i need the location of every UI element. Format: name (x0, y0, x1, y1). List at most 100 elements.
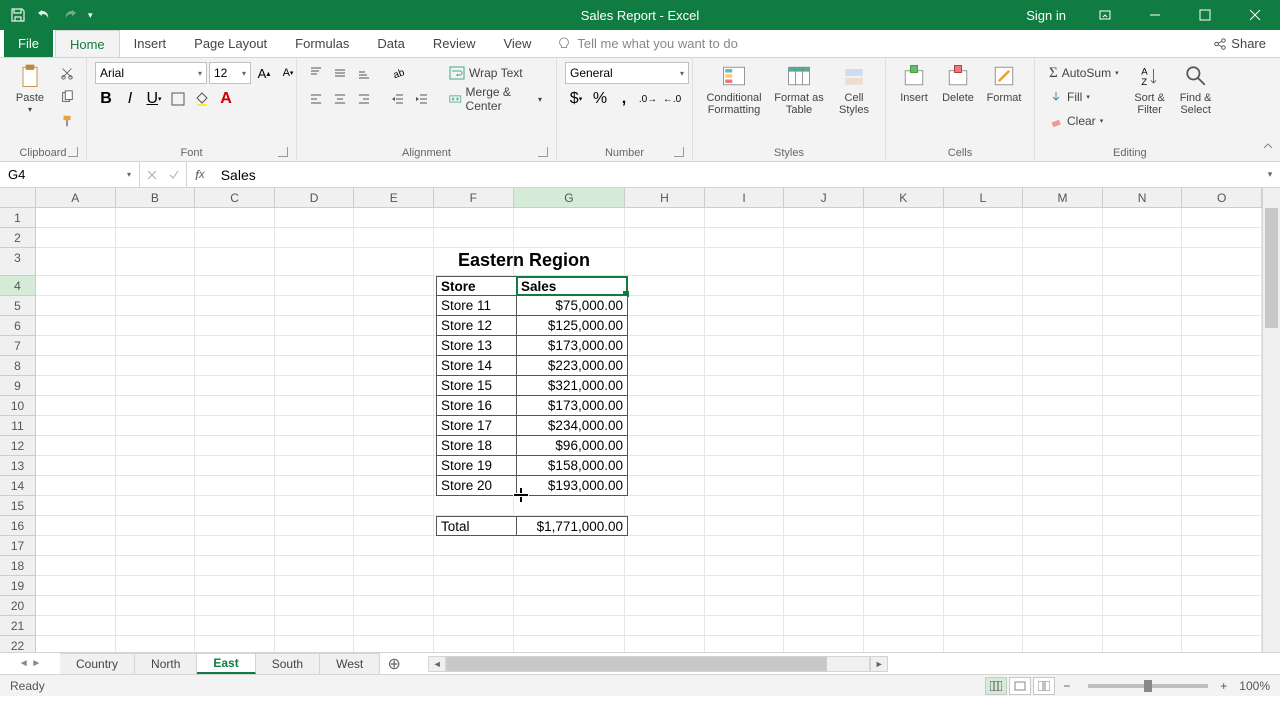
row-header-20[interactable]: 20 (0, 596, 35, 616)
align-middle-button[interactable] (329, 62, 351, 84)
store-cell[interactable]: Store 19 (436, 456, 516, 476)
column-header-D[interactable]: D (275, 188, 355, 207)
column-header-O[interactable]: O (1182, 188, 1262, 207)
zoom-level[interactable]: 100% (1239, 679, 1270, 693)
underline-button[interactable]: U▾ (143, 88, 165, 110)
row-header-10[interactable]: 10 (0, 396, 35, 416)
increase-decimal-button[interactable]: .0→ (637, 88, 659, 110)
store-cell[interactable]: Store 17 (436, 416, 516, 436)
align-top-button[interactable] (305, 62, 327, 84)
total-value[interactable]: $1,771,000.00 (516, 516, 628, 536)
row-header-14[interactable]: 14 (0, 476, 35, 496)
orientation-button[interactable]: ab (387, 62, 409, 84)
hscroll-thumb[interactable] (447, 657, 827, 671)
column-header-C[interactable]: C (195, 188, 275, 207)
column-header-H[interactable]: H (625, 188, 705, 207)
column-headers[interactable]: ABCDEFGHIJKLMNO (36, 188, 1262, 208)
cut-button[interactable] (56, 62, 78, 84)
row-headers[interactable]: 12345678910111213141516171819202122 (0, 208, 36, 652)
scrollbar-thumb[interactable] (1265, 208, 1278, 328)
format-painter-button[interactable] (56, 110, 78, 132)
row-header-19[interactable]: 19 (0, 576, 35, 596)
column-header-I[interactable]: I (705, 188, 785, 207)
insert-cells-button[interactable]: Insert (894, 62, 934, 104)
font-color-button[interactable]: A (215, 88, 237, 110)
cancel-formula-icon[interactable] (146, 169, 158, 181)
sales-cell[interactable]: $321,000.00 (516, 376, 628, 396)
font-launcher-icon[interactable] (278, 147, 288, 157)
row-header-17[interactable]: 17 (0, 536, 35, 556)
header-store[interactable]: Store (436, 276, 516, 296)
italic-button[interactable]: I (119, 88, 141, 110)
column-header-M[interactable]: M (1023, 188, 1103, 207)
zoom-slider[interactable] (1088, 684, 1208, 688)
alignment-launcher-icon[interactable] (538, 147, 548, 157)
column-header-N[interactable]: N (1103, 188, 1183, 207)
maximize-button[interactable] (1182, 0, 1228, 30)
number-launcher-icon[interactable] (674, 147, 684, 157)
ribbon-display-icon[interactable] (1082, 0, 1128, 30)
align-left-button[interactable] (305, 88, 327, 110)
increase-indent-button[interactable] (411, 88, 433, 110)
new-sheet-button[interactable]: ⊕ (380, 653, 408, 674)
currency-button[interactable]: $▾ (565, 88, 587, 110)
sort-filter-button[interactable]: AZSort & Filter (1129, 62, 1171, 116)
comma-button[interactable]: , (613, 88, 635, 110)
align-center-button[interactable] (329, 88, 351, 110)
conditional-formatting-button[interactable]: Conditional Formatting (701, 62, 767, 116)
sheet-tab-east[interactable]: East (197, 653, 255, 674)
row-header-4[interactable]: 4 (0, 276, 35, 296)
tab-data[interactable]: Data (363, 30, 418, 57)
row-header-12[interactable]: 12 (0, 436, 35, 456)
row-header-11[interactable]: 11 (0, 416, 35, 436)
undo-icon[interactable] (36, 7, 52, 23)
format-as-table-button[interactable]: Format as Table (771, 62, 827, 116)
zoom-in-button[interactable]: + (1220, 679, 1227, 693)
select-all-corner[interactable] (0, 188, 36, 208)
close-button[interactable] (1232, 0, 1278, 30)
row-header-16[interactable]: 16 (0, 516, 35, 536)
row-header-8[interactable]: 8 (0, 356, 35, 376)
sales-cell[interactable]: $234,000.00 (516, 416, 628, 436)
tab-page-layout[interactable]: Page Layout (180, 30, 281, 57)
tab-formulas[interactable]: Formulas (281, 30, 363, 57)
clear-button[interactable]: Clear▾ (1043, 110, 1125, 132)
align-bottom-button[interactable] (353, 62, 375, 84)
store-cell[interactable]: Store 16 (436, 396, 516, 416)
row-header-1[interactable]: 1 (0, 208, 35, 228)
tab-review[interactable]: Review (419, 30, 490, 57)
tab-home[interactable]: Home (55, 30, 120, 57)
row-header-5[interactable]: 5 (0, 296, 35, 316)
enter-formula-icon[interactable] (168, 169, 180, 181)
sales-cell[interactable]: $75,000.00 (516, 296, 628, 316)
sales-cell[interactable]: $223,000.00 (516, 356, 628, 376)
column-header-A[interactable]: A (36, 188, 116, 207)
grow-font-button[interactable]: A▴ (253, 62, 275, 84)
normal-view-button[interactable] (985, 677, 1007, 695)
worksheet-grid[interactable]: ABCDEFGHIJKLMNO 123456789101112131415161… (0, 188, 1280, 652)
row-header-7[interactable]: 7 (0, 336, 35, 356)
merge-center-button[interactable]: Merge & Center▾ (443, 88, 548, 110)
cell-styles-button[interactable]: Cell Styles (831, 62, 877, 116)
store-cell[interactable]: Store 14 (436, 356, 516, 376)
sales-cell[interactable]: $173,000.00 (516, 396, 628, 416)
zoom-thumb[interactable] (1144, 680, 1152, 692)
number-format-combo[interactable]: General▾ (565, 62, 689, 84)
row-header-21[interactable]: 21 (0, 616, 35, 636)
tab-view[interactable]: View (489, 30, 545, 57)
vertical-scrollbar[interactable] (1262, 188, 1280, 652)
copy-button[interactable] (56, 86, 78, 108)
page-break-view-button[interactable] (1033, 677, 1055, 695)
total-label[interactable]: Total (436, 516, 516, 536)
sheet-tab-country[interactable]: Country (60, 653, 135, 674)
row-header-2[interactable]: 2 (0, 228, 35, 248)
row-header-22[interactable]: 22 (0, 636, 35, 652)
tell-me-search[interactable]: Tell me what you want to do (557, 30, 737, 57)
store-cell[interactable]: Store 11 (436, 296, 516, 316)
formula-input[interactable]: Sales (213, 162, 1260, 187)
store-cell[interactable]: Store 13 (436, 336, 516, 356)
decrease-indent-button[interactable] (387, 88, 409, 110)
shrink-font-button[interactable]: A▾ (277, 62, 299, 84)
row-header-6[interactable]: 6 (0, 316, 35, 336)
zoom-out-button[interactable]: − (1063, 679, 1070, 693)
